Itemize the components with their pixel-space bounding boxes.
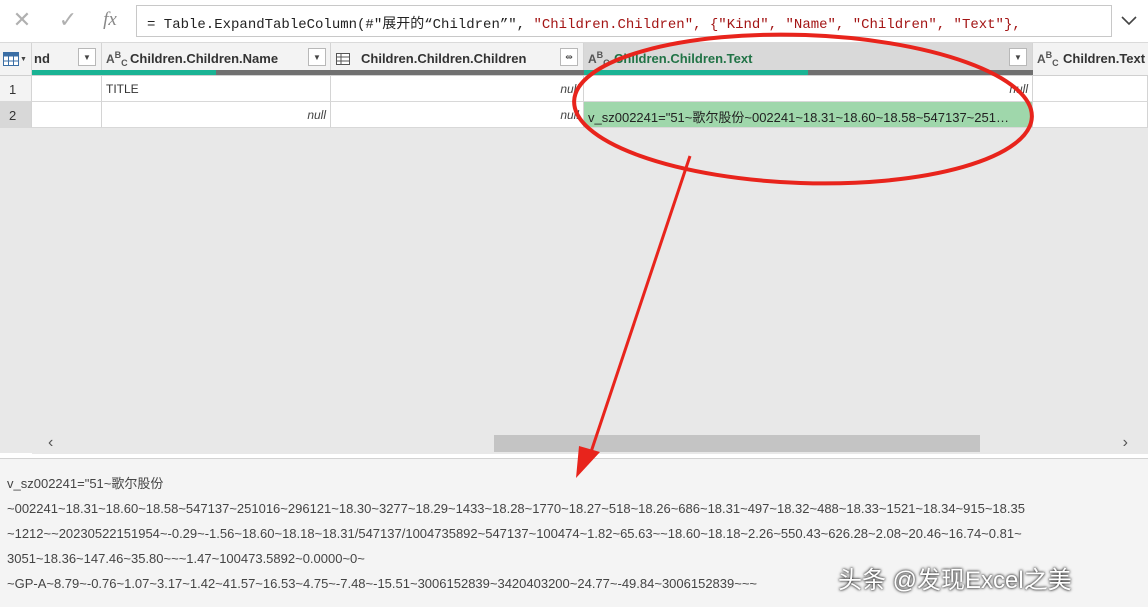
column-label: Children.Children.Name [130, 51, 279, 66]
quality-bar [32, 70, 102, 75]
column-label: nd [34, 51, 50, 66]
table-cell[interactable] [32, 102, 102, 128]
expand-column-icon[interactable]: ⇹ [560, 48, 578, 66]
column-header-kind[interactable]: nd ▼ [32, 43, 102, 76]
text-type-icon[interactable]: ABC [106, 50, 128, 69]
preview-line: ~002241~18.31~18.60~18.58~547137~251016~… [7, 501, 1025, 516]
table-cell[interactable]: null [331, 102, 584, 128]
column-header-text[interactable]: ABC Children.Children.Text ▼ [584, 43, 1033, 76]
formula-input[interactable]: = Table.ExpandTableColumn(#"展开的“Children… [136, 5, 1112, 37]
watermark: 头条 @发现Excel之美 [838, 567, 1072, 594]
table-cell[interactable] [1033, 102, 1148, 128]
table-icon [3, 52, 19, 66]
formula-prefix: = Table.ExpandTableColumn(#"展开的“Children… [147, 17, 534, 33]
filter-dropdown-icon[interactable]: ▼ [78, 48, 96, 66]
chevron-down-icon[interactable] [1112, 5, 1146, 37]
table-cell[interactable]: null [584, 76, 1033, 102]
corner-dropdown-icon: ▼ [20, 56, 27, 63]
column-header-children[interactable]: Children.Children.Children ⇹ [331, 43, 584, 76]
column-label: Children.Children.Children [361, 51, 527, 66]
table-cell[interactable] [32, 76, 102, 102]
close-icon[interactable]: ✕ [2, 4, 42, 36]
table-cell[interactable]: null [331, 76, 584, 102]
data-grid: ▼ nd ▼ ABC Children.Children.Name ▼ Chil… [0, 43, 1148, 453]
check-icon[interactable]: ✓ [48, 4, 88, 36]
column-header-children-text[interactable]: ABC Children.Text [1033, 43, 1148, 76]
filter-dropdown-icon[interactable]: ▼ [308, 48, 326, 66]
row-number[interactable]: 1 [0, 76, 32, 102]
quality-bar-empty [808, 70, 1033, 75]
scroll-right-icon[interactable]: › [1123, 434, 1128, 452]
table-cell[interactable]: null [102, 102, 331, 128]
column-label: Children.Text [1063, 51, 1146, 66]
table-cell[interactable] [1033, 76, 1148, 102]
preview-line: v_sz002241="51~歌尔股份 [7, 476, 164, 491]
fx-icon[interactable]: fx [90, 4, 130, 36]
table-menu-button[interactable]: ▼ [0, 43, 32, 76]
scroll-left-icon[interactable]: ‹ [48, 434, 53, 452]
table-cell[interactable]: TITLE [102, 76, 331, 102]
column-label: Children.Children.Text [614, 51, 753, 66]
filter-dropdown-icon[interactable]: ▼ [1009, 48, 1027, 66]
column-header-name[interactable]: ABC Children.Children.Name ▼ [102, 43, 331, 76]
quality-bar-empty [216, 70, 331, 75]
text-type-icon[interactable]: ABC [588, 50, 610, 69]
row-number[interactable]: 2 [0, 102, 32, 128]
formula-args: "Children.Children", {"Kind", "Name", "C… [533, 17, 1021, 33]
quality-bar-valid [102, 70, 216, 75]
preview-line: ~1212~~20230522151954~-0.29~-1.56~18.60~… [7, 526, 1022, 541]
text-type-icon[interactable]: ABC [1037, 50, 1059, 69]
selected-cell[interactable]: v_sz002241="51~歌尔股份~002241~18.31~18.60~1… [584, 102, 1033, 128]
horizontal-scrollbar[interactable]: ‹ › [32, 432, 1148, 454]
table-type-icon [336, 53, 350, 65]
scrollbar-thumb[interactable] [494, 435, 980, 452]
quality-bar [331, 70, 584, 75]
formula-bar: ✕ ✓ fx = Table.ExpandTableColumn(#"展开的“C… [0, 0, 1148, 43]
quality-bar-valid [584, 70, 808, 75]
